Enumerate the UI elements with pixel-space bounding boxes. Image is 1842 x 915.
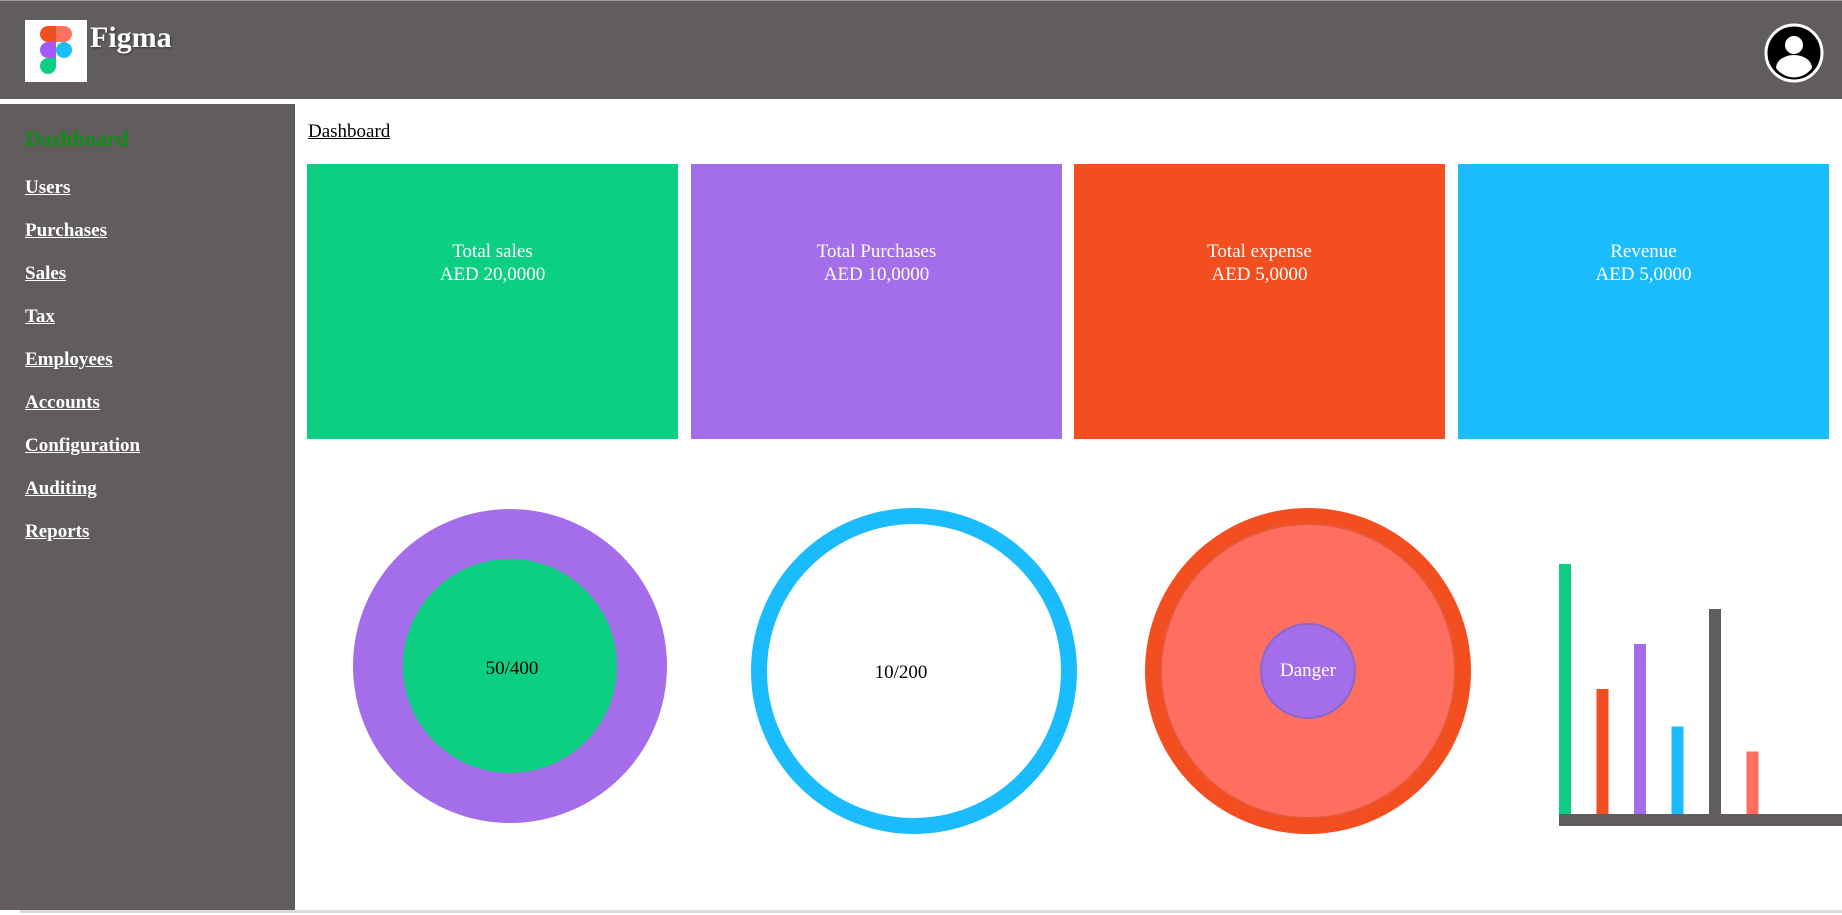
- card-value: AED 10,0000: [823, 264, 930, 285]
- sidebar-item-sales[interactable]: Sales: [25, 263, 66, 285]
- sidebar-item-auditing[interactable]: Auditing: [25, 478, 97, 500]
- sidebar-item-reports[interactable]: Reports: [25, 521, 89, 543]
- sidebar: Dashboard Users Purchases Sales Tax Empl…: [0, 104, 295, 910]
- ring-value-sales: 50/400: [485, 658, 539, 679]
- sidebar-item-tax[interactable]: Tax: [25, 306, 55, 328]
- sidebar-item-employees[interactable]: Employees: [25, 349, 113, 371]
- breadcrumb[interactable]: Dashboard: [308, 121, 390, 143]
- app-title: Figma: [90, 21, 172, 54]
- card-label: Revenue: [1610, 241, 1677, 262]
- card-label: Total sales: [452, 241, 533, 262]
- stat-card-total-purchases[interactable]: Total Purchases AED 10,0000: [691, 164, 1062, 439]
- stat-card-revenue[interactable]: Revenue AED 5,0000: [1458, 164, 1829, 439]
- chart-bar-4: [1671, 726, 1684, 814]
- chart-bar-2: [1596, 689, 1609, 814]
- card-value: AED 20,0000: [439, 264, 546, 285]
- stat-card-total-sales[interactable]: Total sales AED 20,0000: [307, 164, 678, 439]
- chart-bar-6: [1746, 751, 1759, 814]
- card-value: AED 5,0000: [1211, 264, 1308, 285]
- card-value: AED 5,0000: [1595, 264, 1692, 285]
- chart-bar-3: [1634, 644, 1646, 814]
- bottom-divider: [20, 910, 1842, 913]
- bar-chart: [1559, 564, 1842, 826]
- sidebar-item-users[interactable]: Users: [25, 177, 70, 199]
- card-label: Total expense: [1207, 241, 1312, 262]
- ring-value-purchases: 10/200: [874, 662, 928, 683]
- top-header: Figma: [0, 0, 1842, 99]
- danger-label: Danger: [1280, 660, 1336, 681]
- sidebar-title[interactable]: Dashboard: [25, 126, 129, 152]
- user-avatar-icon[interactable]: [1764, 23, 1824, 83]
- stat-card-total-expense[interactable]: Total expense AED 5,0000: [1074, 164, 1445, 439]
- chart-bar-1: [1559, 564, 1571, 814]
- chart-bar-5: [1709, 609, 1721, 814]
- figma-logo-icon[interactable]: [25, 20, 87, 82]
- chart-baseline: [1559, 814, 1842, 826]
- card-label: Total Purchases: [816, 241, 937, 262]
- sidebar-item-purchases[interactable]: Purchases: [25, 220, 107, 242]
- sidebar-item-configuration[interactable]: Configuration: [25, 435, 140, 457]
- sidebar-item-accounts[interactable]: Accounts: [25, 392, 100, 414]
